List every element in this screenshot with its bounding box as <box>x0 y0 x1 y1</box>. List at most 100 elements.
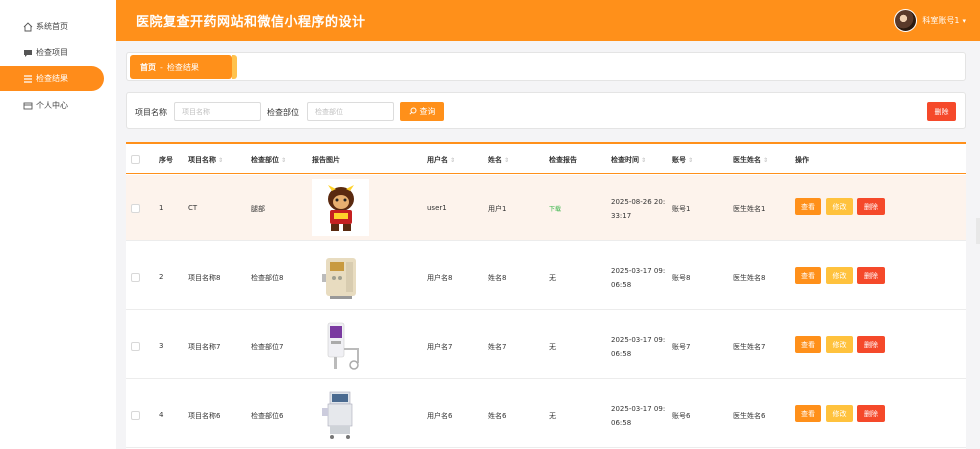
sort-icon: ⇕ <box>641 157 647 164</box>
sort-icon: ⇕ <box>450 157 456 164</box>
breadcrumb: 首页 - 检查结果 <box>130 55 237 79</box>
breadcrumb-home[interactable]: 首页 <box>140 62 156 73</box>
table-row: 2 项目名称8 检查部位8 用户名8 姓名8 无 2025-03-17 09: … <box>126 244 966 310</box>
home-icon <box>22 21 33 32</box>
time-part: 2025-03-17 09: <box>611 267 666 275</box>
time-part: 33:17 <box>611 212 632 220</box>
monkey-mascot-image <box>327 184 354 231</box>
sidebar-item-check-items[interactable]: 检查项目 <box>4 40 104 65</box>
batch-delete-button[interactable]: 删除 <box>927 102 956 121</box>
delete-button[interactable]: 删除 <box>857 336 885 353</box>
time-part: 2025-03-17 09: <box>611 336 666 344</box>
breadcrumb-separator: - <box>160 62 163 72</box>
col-header-account[interactable]: 账号 ⇕ <box>672 155 693 165</box>
sort-icon: ⇕ <box>218 157 224 164</box>
cell-check-part: 腿部 <box>251 205 265 213</box>
table-row: 3 项目名称7 检查部位7 用户名7 姓名7 无 2025-03-17 09: … <box>126 313 966 379</box>
col-header-check-time[interactable]: 检查时间 ⇕ <box>611 155 646 165</box>
col-header-label: 检查部位 <box>251 156 279 164</box>
col-header-realname[interactable]: 姓名 ⇕ <box>488 155 509 165</box>
cell-username: 用户名8 <box>427 274 453 282</box>
time-part: 2025-03-17 09: <box>611 405 666 413</box>
cell-check-time: 2025-08-26 20: 33:17 <box>611 195 665 223</box>
cell-item-name: 项目名称6 <box>188 412 221 420</box>
delete-button[interactable]: 删除 <box>857 267 885 284</box>
row-checkbox[interactable] <box>131 411 140 420</box>
anesthesia-machine-image <box>321 391 352 439</box>
sidebar-item-check-results[interactable]: 检查结果 <box>0 66 104 91</box>
cell-no: 1 <box>159 204 164 212</box>
scrollbar-handle[interactable] <box>976 218 980 244</box>
row-checkbox[interactable] <box>131 273 140 282</box>
cell-doctor: 医生姓名7 <box>733 343 766 351</box>
sidebar-item-personal-center[interactable]: 个人中心 <box>4 93 104 118</box>
query-button[interactable]: 查询 <box>400 102 444 121</box>
delete-button[interactable]: 删除 <box>857 405 885 422</box>
cell-realname: 用户1 <box>488 205 507 213</box>
cell-doctor: 医生姓名6 <box>733 412 766 420</box>
breadcrumb-bar: 首页 - 检查结果 <box>126 52 966 81</box>
report-image[interactable] <box>312 248 369 305</box>
time-part: 06:58 <box>611 281 632 289</box>
report-image[interactable] <box>312 386 369 443</box>
edit-button[interactable]: 修改 <box>826 267 853 284</box>
col-header-label: 账号 <box>672 156 686 164</box>
col-header-label: 姓名 <box>488 156 502 164</box>
cell-item-name: CT <box>188 204 198 212</box>
cell-check-part: 检查部位8 <box>251 274 284 282</box>
sort-icon: ⇕ <box>688 157 694 164</box>
report-image[interactable] <box>312 317 369 374</box>
select-all-checkbox[interactable] <box>131 155 140 164</box>
table-row: 4 项目名称6 检查部位6 用户名6 姓名6 无 2025-03-17 09: … <box>126 382 966 448</box>
edit-button[interactable]: 修改 <box>826 198 853 215</box>
cell-account: 账号1 <box>672 205 691 213</box>
search-icon <box>408 107 417 117</box>
chevron-down-icon: ▾ <box>962 16 966 25</box>
user-menu[interactable]: 科室账号1 ▾ <box>894 9 966 32</box>
view-button[interactable]: 查看 <box>795 198 821 215</box>
sidebar-item-label: 检查结果 <box>36 74 68 83</box>
cell-realname: 姓名7 <box>488 343 507 351</box>
cell-item-name: 项目名称8 <box>188 274 221 282</box>
card-icon <box>22 100 33 111</box>
view-button[interactable]: 查看 <box>795 267 821 284</box>
col-header-item-name[interactable]: 项目名称 ⇕ <box>188 155 223 165</box>
table-row: 1 CT 腿部 user1 用户1 下载 2025-08-26 20: 33:1… <box>126 175 966 241</box>
sidebar-item-label: 个人中心 <box>36 101 68 110</box>
report-image[interactable] <box>312 179 369 236</box>
cell-doctor: 医生姓名1 <box>733 205 766 213</box>
view-button[interactable]: 查看 <box>795 405 821 422</box>
cell-username: 用户名7 <box>427 343 453 351</box>
sidebar-item-label: 检查项目 <box>36 48 68 57</box>
view-button[interactable]: 查看 <box>795 336 821 353</box>
sidebar-item-home[interactable]: 系统首页 <box>4 14 104 39</box>
edit-button[interactable]: 修改 <box>826 336 853 353</box>
col-header-label: 用户名 <box>427 156 448 164</box>
cell-account: 账号8 <box>672 274 691 282</box>
row-checkbox[interactable] <box>131 204 140 213</box>
infusion-pump-image <box>321 257 356 299</box>
col-header-username[interactable]: 用户名 ⇕ <box>427 155 455 165</box>
cell-check-time: 2025-03-17 09: 06:58 <box>611 264 665 292</box>
cell-check-report: 无 <box>549 343 556 351</box>
cell-no: 4 <box>159 411 164 419</box>
item-name-label: 项目名称 <box>135 108 167 117</box>
col-header-doctor[interactable]: 医生姓名 ⇕ <box>733 155 768 165</box>
col-header-check-part[interactable]: 检查部位 ⇕ <box>251 155 286 165</box>
cell-username: 用户名6 <box>427 412 453 420</box>
list-icon <box>22 73 33 84</box>
edit-button[interactable]: 修改 <box>826 405 853 422</box>
col-header-check-report: 检查报告 <box>549 156 577 164</box>
row-checkbox[interactable] <box>131 342 140 351</box>
sort-icon: ⇕ <box>763 157 769 164</box>
avatar <box>894 9 918 32</box>
check-part-input[interactable] <box>307 102 394 121</box>
item-name-input[interactable] <box>174 102 261 121</box>
col-header-report-image: 报告图片 <box>312 156 340 164</box>
col-header-actions: 操作 <box>795 156 809 164</box>
sidebar: 系统首页 检查项目 检查结果 个人中心 <box>0 0 116 449</box>
cell-doctor: 医生姓名8 <box>733 274 766 282</box>
delete-button[interactable]: 删除 <box>857 198 885 215</box>
cell-check-report: 无 <box>549 412 556 420</box>
download-report-link[interactable]: 下载 <box>549 204 561 213</box>
